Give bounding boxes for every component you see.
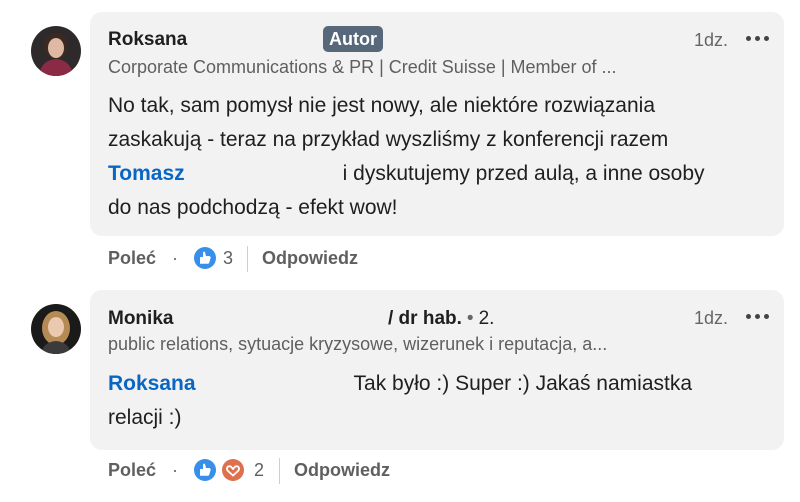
like-reaction-icon[interactable] bbox=[194, 459, 216, 481]
comment-actions: Poleć · 3 Odpowiedz bbox=[108, 246, 508, 276]
comment-actions: Poleć · 2 Odpowiedz bbox=[108, 458, 508, 488]
separator-dot: · bbox=[172, 460, 178, 480]
comment-text: No tak, sam pomysł nie jest nowy, ale ni… bbox=[108, 89, 705, 225]
comment-time: 1dz. bbox=[693, 30, 728, 50]
more-options-icon[interactable] bbox=[746, 32, 770, 44]
separator-dot: · bbox=[172, 248, 178, 268]
comment-roksana: Roksana Autor 1dz. Corporate Communicati… bbox=[0, 0, 800, 290]
mention-link[interactable]: Roksana bbox=[108, 372, 196, 395]
comment-text-fragment: i dyskutujemy przed aulą, a inne osoby bbox=[342, 162, 705, 185]
avatar-monika[interactable] bbox=[31, 304, 81, 354]
divider bbox=[247, 246, 248, 272]
reply-button[interactable]: Odpowiedz bbox=[294, 460, 390, 481]
mention-link[interactable]: Tomasz bbox=[108, 162, 185, 185]
reaction-count[interactable]: 2 bbox=[254, 460, 264, 481]
comment-text: Roksana Tak było :) Super :) Jakaś namias… bbox=[108, 367, 692, 435]
author-title: / dr hab. bbox=[388, 308, 462, 329]
comment-text-line: do nas podchodzą - efekt wow! bbox=[108, 196, 398, 219]
comment-text-line: zaskakują - teraz na przykład wyszliśmy … bbox=[108, 128, 669, 151]
comment-text-fragment: Tak było :) Super :) Jakaś namiastka bbox=[353, 372, 693, 395]
divider bbox=[279, 458, 280, 484]
author-name[interactable]: Roksana bbox=[108, 29, 187, 51]
comment-text-line: Roksana Tak było :) Super :) Jakaś namias… bbox=[108, 367, 692, 401]
comment-bubble: Roksana Autor 1dz. Corporate Communicati… bbox=[90, 12, 784, 236]
reply-button[interactable]: Odpowiedz bbox=[262, 248, 358, 269]
like-reaction-icon[interactable] bbox=[194, 247, 216, 269]
more-options-icon[interactable] bbox=[746, 310, 770, 322]
comment-monika: Monika / dr hab. • 2. 1dz. public relation… bbox=[0, 290, 800, 502]
comment-text-line: No tak, sam pomysł nie jest nowy, ale ni… bbox=[108, 94, 656, 117]
comment-time: 1dz. bbox=[693, 308, 728, 328]
connection-degree: 2. bbox=[478, 308, 495, 329]
author-headline: public relations, sytuacje kryzysowe, wi… bbox=[108, 334, 608, 354]
author-name[interactable]: Monika bbox=[108, 308, 173, 330]
like-button[interactable]: Poleć bbox=[108, 460, 156, 481]
comment-text-line: relacji :) bbox=[108, 406, 182, 429]
author-meta: / dr hab. • 2. bbox=[388, 308, 494, 330]
comment-text-line: Tomasz i dyskutujemy przed aulą, a inne o… bbox=[108, 157, 705, 191]
author-headline: Corporate Communications & PR | Credit S… bbox=[108, 57, 617, 77]
author-badge: Autor bbox=[323, 26, 383, 52]
separator-dot: • bbox=[466, 308, 474, 329]
love-reaction-icon[interactable] bbox=[222, 459, 244, 481]
comment-bubble: Monika / dr hab. • 2. 1dz. public relation… bbox=[90, 290, 784, 450]
like-button[interactable]: Poleć bbox=[108, 248, 156, 269]
reaction-count[interactable]: 3 bbox=[223, 248, 233, 269]
avatar-roksana[interactable] bbox=[31, 26, 81, 76]
